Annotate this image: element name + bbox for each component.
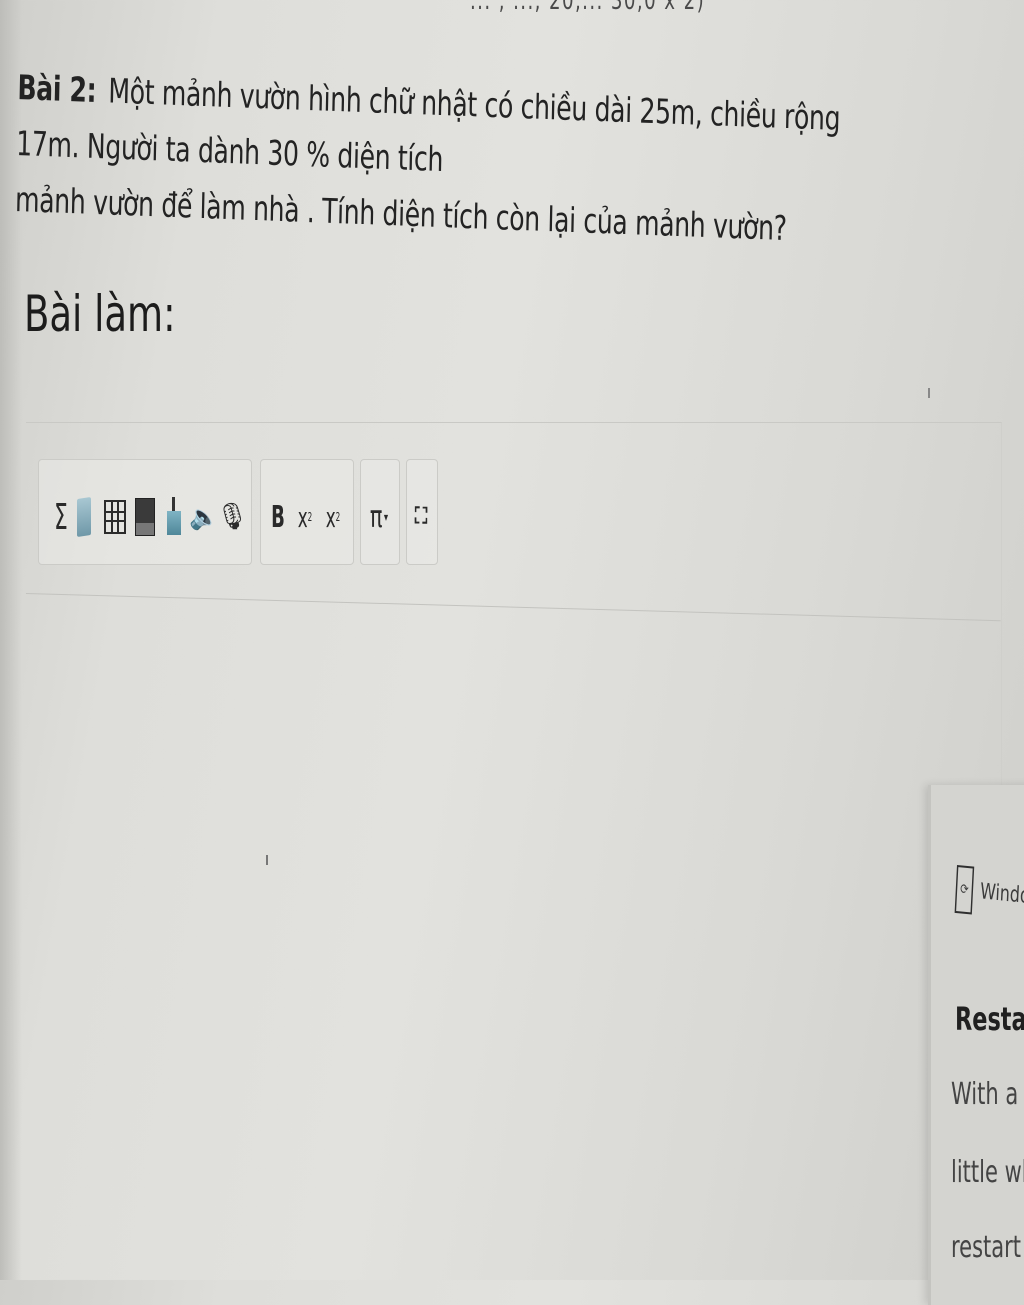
fullscreen-icon[interactable]: ⛶ (412, 497, 430, 537)
table-icon[interactable] (104, 497, 126, 537)
image-icon[interactable] (134, 497, 156, 537)
document-icon[interactable] (74, 497, 94, 537)
pi-icon: π (369, 499, 383, 535)
cropped-previous-line: ... , ..., 20,... 30,0 x 2) (470, 0, 706, 16)
notification-body-line-3: restart toni (951, 1230, 1024, 1265)
question-text-1: Một mảnh vườn hình chữ nhật có chiều dài… (15, 71, 841, 181)
special-symbols-dropdown[interactable]: π ▾ (369, 497, 390, 537)
equation-sum-button[interactable]: Σ (54, 497, 68, 538)
upload-icon[interactable] (164, 497, 184, 537)
question-label: Bài 2: (17, 67, 97, 111)
screen-speck (266, 855, 268, 865)
windows-update-icon: ⟳ (954, 865, 975, 915)
superscript-mark: 2 (335, 510, 341, 524)
notification-app-name: Window (979, 878, 1024, 910)
screen-speck (928, 388, 930, 398)
superscript-button[interactable]: x2 (325, 497, 341, 537)
audio-icon[interactable]: 🔈 (189, 497, 219, 537)
windows-update-notification[interactable]: ⟳ Window Restart to With a new little wh… (928, 785, 1024, 1305)
notification-body-line-2: little while (951, 1155, 1024, 1190)
notification-title: Restart to (955, 1000, 1024, 1038)
chevron-down-icon: ▾ (383, 510, 389, 524)
microphone-icon[interactable]: 🎙 (216, 497, 249, 537)
question-block: Bài 2: Một mảnh vườn hình chữ nhật có ch… (15, 60, 847, 259)
answer-title: Bài làm: (24, 285, 176, 343)
answer-text-area[interactable] (30, 613, 990, 1173)
editor-toolbar: Σ 🔈 🎙 B x2 x2 π ▾ ⛶ (36, 453, 996, 565)
subscript-base: x (297, 500, 308, 534)
answer-editor: Σ 🔈 🎙 B x2 x2 π ▾ ⛶ (25, 422, 1002, 1183)
notification-header: ⟳ Window (954, 865, 1024, 921)
bold-button[interactable]: B (271, 497, 285, 537)
subscript-mark: 2 (307, 510, 313, 524)
subscript-button[interactable]: x2 (297, 497, 313, 537)
notification-body-line-1: With a new (951, 1077, 1024, 1112)
superscript-base: x (325, 500, 336, 534)
